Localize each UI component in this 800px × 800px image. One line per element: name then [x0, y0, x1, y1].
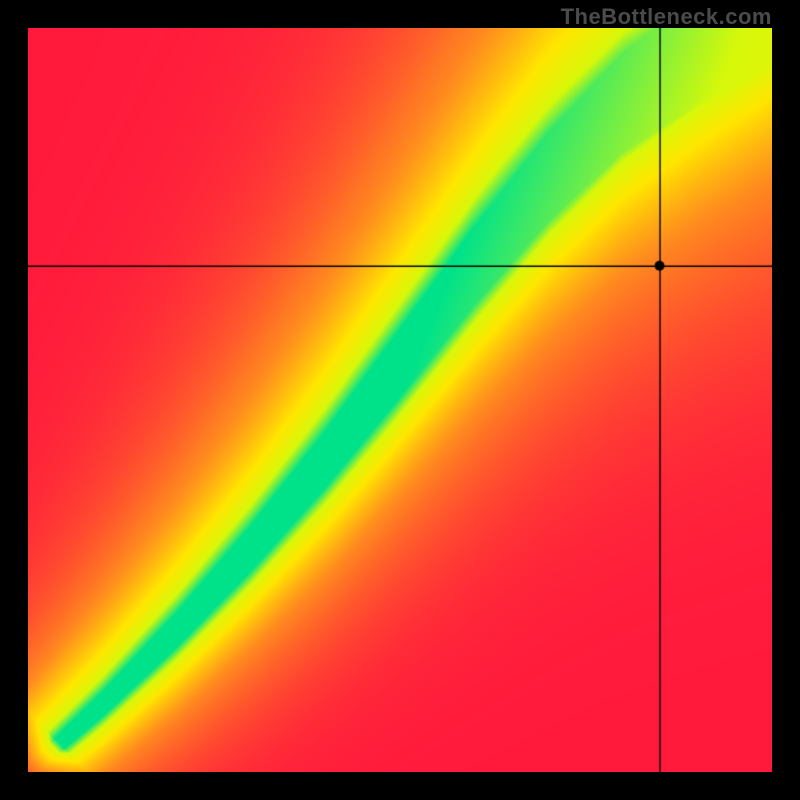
crosshair-overlay [28, 28, 772, 772]
attribution-watermark: TheBottleneck.com [561, 4, 772, 30]
chart-frame: TheBottleneck.com [0, 0, 800, 800]
